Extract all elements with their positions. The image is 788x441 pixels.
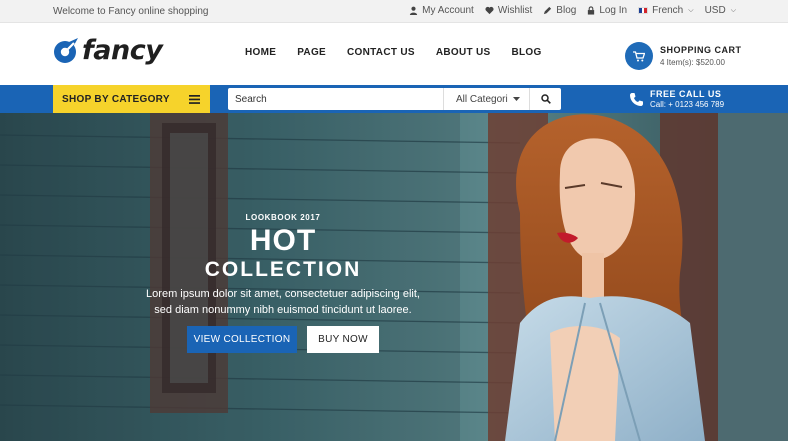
logo[interactable]: fancy <box>53 35 163 66</box>
currency-label: USD <box>704 5 726 16</box>
nav-contact-us[interactable]: CONTACT US <box>347 47 415 58</box>
category-select-value: All Categori <box>456 93 508 105</box>
my-account-label: My Account <box>422 5 474 16</box>
hero-kicker: LOOKBOOK 2017 <box>245 213 321 222</box>
blog-icon <box>544 6 552 15</box>
cart-icon <box>633 50 645 61</box>
call-number: Call: + 0123 456 789 <box>650 100 725 109</box>
free-call: FREE CALL US Call: + 0123 456 789 <box>629 89 724 109</box>
welcome-text: Welcome to Fancy online shopping <box>53 6 209 17</box>
hero-subheadline: COLLECTION <box>204 258 362 281</box>
search-button[interactable] <box>529 88 561 110</box>
flag-icon <box>638 7 649 14</box>
user-icon <box>410 6 418 15</box>
blog-label: Blog <box>556 5 577 16</box>
logo-icon <box>54 37 78 63</box>
shop-by-category-label: SHOP BY CATEGORY <box>62 93 170 105</box>
logo-text: fancy <box>82 35 163 66</box>
currency-selector[interactable]: USD ⌵ <box>705 5 736 16</box>
hero-description-line-1: Lorem ipsum dolor sit amet, consectetuer… <box>146 288 420 300</box>
free-call-title: FREE CALL US <box>650 89 722 99</box>
main-nav: HOME PAGE CONTACT US ABOUT US BLOG <box>245 47 542 58</box>
hero-actions: VIEW COLLECTION BUY NOW <box>125 326 441 353</box>
hero-content: LOOKBOOK 2017 HOT COLLECTION Lorem ipsum… <box>125 213 441 353</box>
hero-description: Lorem ipsum dolor sit amet, consectetuer… <box>125 286 441 318</box>
cart-info: SHOPPING CART 4 Item(s): $520.00 <box>660 45 742 67</box>
nav-blog[interactable]: BLOG <box>511 47 541 58</box>
lock-icon <box>588 6 595 15</box>
heart-icon <box>485 6 494 15</box>
wishlist-label: Wishlist <box>497 5 533 16</box>
search-icon <box>540 94 551 104</box>
nav-home[interactable]: HOME <box>245 47 276 58</box>
hero-headline: HOT <box>249 224 317 257</box>
shopping-cart[interactable]: SHOPPING CART 4 Item(s): $520.00 <box>625 42 742 70</box>
hero-description-line-2: sed diam nonummy nibh euismod tincidunt … <box>154 304 412 316</box>
blog-link[interactable]: Blog <box>543 5 576 16</box>
nav-page[interactable]: PAGE <box>297 47 326 58</box>
view-collection-button[interactable]: VIEW COLLECTION <box>187 326 297 353</box>
header: fancy HOME PAGE CONTACT US ABOUT US BLOG… <box>0 23 788 85</box>
wishlist-link[interactable]: Wishlist <box>485 5 532 16</box>
shop-by-category-button[interactable]: SHOP BY CATEGORY <box>53 85 210 113</box>
nav-about-us[interactable]: ABOUT US <box>436 47 491 58</box>
cart-summary: 4 Item(s): $520.00 <box>660 58 725 67</box>
buy-now-button[interactable]: BUY NOW <box>307 326 379 353</box>
chevron-down-icon: ⌵ <box>688 6 694 14</box>
top-links: My Account Wishlist Blog Log In French ⌵… <box>409 5 736 16</box>
phone-icon <box>630 92 643 106</box>
cart-button[interactable] <box>625 42 653 70</box>
login-link[interactable]: Log In <box>587 5 627 16</box>
search-input[interactable] <box>228 88 443 110</box>
category-select[interactable]: All Categori <box>443 88 529 110</box>
search-box: All Categori <box>228 88 561 110</box>
category-search-bar: SHOP BY CATEGORY All Categori FREE CALL … <box>0 85 788 113</box>
cart-title: SHOPPING CART <box>660 45 742 55</box>
language-selector[interactable]: French ⌵ <box>638 5 694 16</box>
my-account-link[interactable]: My Account <box>409 5 474 16</box>
chevron-down-icon: ⌵ <box>730 6 736 14</box>
language-label: French <box>652 5 684 16</box>
menu-icon <box>189 94 200 104</box>
login-label: Log In <box>599 5 628 16</box>
hero-banner: LOOKBOOK 2017 HOT COLLECTION Lorem ipsum… <box>0 113 788 441</box>
chevron-down-icon <box>513 97 520 101</box>
top-bar: Welcome to Fancy online shopping My Acco… <box>0 0 788 23</box>
